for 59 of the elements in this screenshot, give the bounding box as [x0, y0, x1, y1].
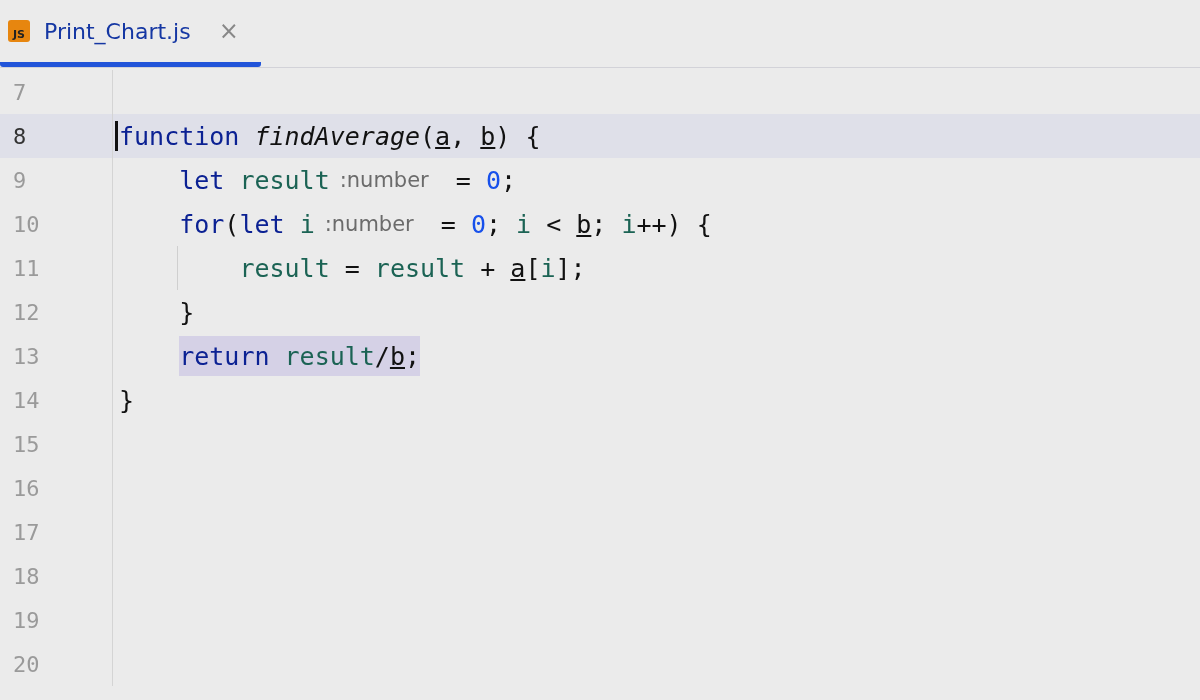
code-punctuation: ;: [501, 165, 517, 195]
variable: result: [239, 253, 330, 283]
text-cursor: [115, 121, 118, 151]
variable: result: [284, 341, 375, 371]
code-punctuation: ;: [591, 209, 608, 239]
number-literal: 0: [485, 165, 501, 195]
code-punctuation: }: [179, 297, 195, 327]
code-punctuation: ++) {: [636, 209, 712, 239]
code-punctuation: +: [479, 253, 497, 283]
line-number: 9: [13, 167, 27, 193]
line-number: 15: [13, 431, 40, 457]
variable: i: [540, 253, 556, 283]
line-number: 19: [13, 607, 40, 633]
variable: result: [239, 165, 330, 195]
code-punctuation: ) {: [495, 121, 541, 151]
function-name: findAverage: [254, 121, 421, 151]
line-number: 11: [13, 255, 40, 281]
code-punctuation: (: [420, 121, 436, 151]
keyword: return: [179, 341, 271, 371]
code-punctuation: =: [343, 253, 361, 283]
line-number: 13: [13, 343, 40, 369]
number-literal: 0: [470, 209, 486, 239]
code-punctuation: ;: [485, 209, 502, 239]
js-file-icon: JS: [8, 20, 30, 42]
variable: i: [299, 209, 315, 239]
parameter: b: [389, 341, 405, 371]
code-punctuation: <: [545, 209, 563, 239]
variable: result: [374, 253, 466, 283]
file-tab[interactable]: JS Print_Chart.js ×: [0, 0, 261, 67]
line-number: 12: [13, 299, 40, 325]
line-number: 8: [13, 123, 27, 149]
type-hint: :number: [324, 212, 414, 236]
keyword: for: [179, 209, 225, 239]
variable: i: [621, 209, 637, 239]
line-number: 10: [13, 211, 40, 237]
line-number: 16: [13, 475, 40, 501]
type-hint: :number: [339, 168, 429, 192]
line-number: 20: [13, 651, 40, 677]
code-punctuation: ;: [405, 341, 421, 371]
keyword: let: [239, 209, 286, 239]
keyword: let: [179, 165, 226, 195]
keyword: function: [119, 121, 241, 151]
code-punctuation: [: [525, 253, 541, 283]
code-punctuation: ,: [450, 121, 467, 151]
code-punctuation: =: [454, 165, 472, 195]
parameter: a: [510, 253, 526, 283]
code-punctuation: /: [374, 341, 390, 371]
variable: i: [516, 209, 532, 239]
line-number: 7: [13, 79, 27, 105]
code-punctuation: }: [119, 385, 135, 415]
line-number: 18: [13, 563, 40, 589]
code-punctuation: (: [224, 209, 240, 239]
code-punctuation: =: [439, 209, 457, 239]
parameter: a: [435, 121, 451, 151]
line-number: 17: [13, 519, 40, 545]
line-number: 14: [13, 387, 40, 413]
code-punctuation: ];: [555, 253, 586, 283]
parameter: b: [480, 121, 496, 151]
parameter: b: [576, 209, 592, 239]
